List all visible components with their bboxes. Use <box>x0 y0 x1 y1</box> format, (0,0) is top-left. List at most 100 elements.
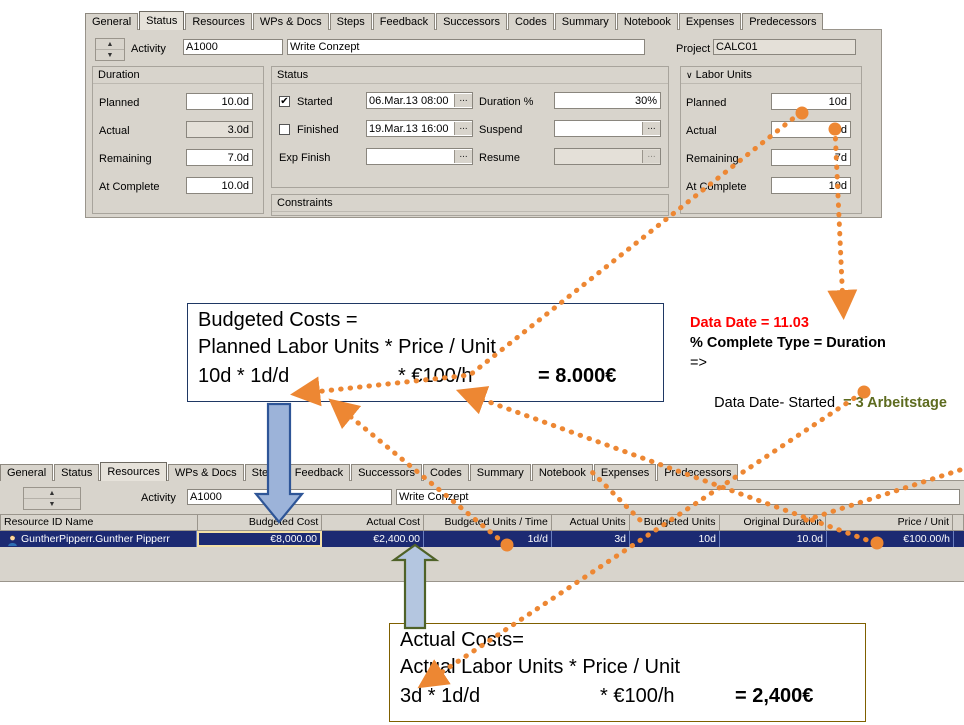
activity-name-value: Write Conzept <box>290 41 360 53</box>
cell-budgeted-units-time[interactable]: 1d/d <box>424 531 552 547</box>
finished-checkbox[interactable] <box>279 124 290 135</box>
bottom-tab-codes[interactable]: Codes <box>422 464 469 481</box>
tab-notebook[interactable]: Notebook <box>616 13 678 30</box>
col-actual-units[interactable]: Actual Units <box>552 515 630 530</box>
duration-actual-field[interactable]: 3.0d <box>186 121 253 138</box>
activity-spinner[interactable]: ▲ ▼ <box>95 38 125 61</box>
bottom-tab-steps[interactable]: Steps <box>244 464 287 481</box>
bottom-spinner-up-icon[interactable]: ▲ <box>24 488 80 499</box>
col-resource-id-name[interactable]: Resource ID Name <box>1 515 198 530</box>
tab-codes[interactable]: Codes <box>507 13 554 30</box>
started-date-field[interactable]: 06.Mar.13 08:00 ... <box>366 92 473 109</box>
bottom-tab-general[interactable]: General <box>0 464 54 481</box>
labor-remaining-field[interactable]: 7d <box>771 149 851 166</box>
data-date-note-line4-b: = 3 Arbeitstage <box>843 395 947 411</box>
spinner-down-icon[interactable]: ▼ <box>96 50 124 60</box>
budgeted-callout-line3a: 10d * 1d/d <box>198 365 290 387</box>
budgeted-callout-line3c: = 8.000€ <box>538 365 617 387</box>
cell-budgeted-cost[interactable]: €8,000.00 <box>197 531 322 547</box>
duration-at-complete-label: At Complete <box>99 181 160 193</box>
activity-name-field[interactable]: Write Conzept <box>287 39 645 55</box>
tab-successors[interactable]: Successors <box>436 13 507 30</box>
labor-actual-field[interactable]: 3d <box>771 121 851 138</box>
cell-resource-id-name[interactable]: GuntherPipperr.Gunther Pipperr <box>0 531 197 547</box>
started-date-value: 06.Mar.13 08:00 <box>369 94 449 107</box>
labor-actual-value: 3d <box>834 123 847 136</box>
cell-original-duration[interactable]: 10.0d <box>720 531 827 547</box>
tab-status[interactable]: Status <box>139 11 185 30</box>
col-budgeted-cost[interactable]: Budgeted Cost <box>198 515 323 530</box>
duration-pct-label: Duration % <box>479 96 534 108</box>
bottom-activity-id-field[interactable]: A1000 <box>187 489 392 505</box>
tab-feedback[interactable]: Feedback <box>372 13 436 30</box>
actual-callout-line3a: 3d * 1d/d <box>400 685 481 707</box>
started-date-browse-button[interactable]: ... <box>454 94 472 107</box>
bottom-tab-feedback[interactable]: Feedback <box>287 464 351 481</box>
cell-actual-cost[interactable]: €2,400.00 <box>322 531 424 547</box>
constraints-group: Constraints <box>271 194 669 216</box>
bottom-tab-successors[interactable]: Successors <box>351 464 422 481</box>
tab-summary[interactable]: Summary <box>554 13 616 30</box>
col-original-duration[interactable]: Original Duration <box>720 515 827 530</box>
labor-planned-field[interactable]: 10d <box>771 93 851 110</box>
cell-actual-units[interactable]: 3d <box>552 531 630 547</box>
suspend-browse-button[interactable]: ... <box>642 122 660 135</box>
tab-predecessors[interactable]: Predecessors <box>742 13 824 30</box>
budgeted-costs-callout: Budgeted Costs = Planned Labor Units * P… <box>187 303 664 402</box>
bottom-activity-label: Activity <box>141 492 176 504</box>
duration-pct-field[interactable]: 30% <box>554 92 661 109</box>
status-group-title: Status <box>272 67 668 84</box>
exp-finish-browse-button[interactable]: ... <box>454 150 472 163</box>
actual-callout-line1: Actual Costs= <box>400 629 524 651</box>
resume-label: Resume <box>479 152 520 164</box>
bottom-tab-summary[interactable]: Summary <box>469 464 531 481</box>
activity-id-value: A1000 <box>186 41 218 53</box>
tab-steps[interactable]: Steps <box>329 13 372 30</box>
spinner-up-icon[interactable]: ▲ <box>96 39 124 50</box>
tab-expenses[interactable]: Expenses <box>678 13 742 30</box>
col-actual-cost[interactable]: Actual Cost <box>322 515 425 530</box>
duration-actual-label: Actual <box>99 125 130 137</box>
table-row[interactable]: GuntherPipperr.Gunther Pipperr €8,000.00… <box>0 531 964 547</box>
tab-wps-docs[interactable]: WPs & Docs <box>252 13 329 30</box>
started-checkbox[interactable]: ✔ <box>279 96 290 107</box>
data-date-note-line4: Data Date- Started = 3 Arbeitstage <box>690 373 964 433</box>
bottom-tab-expenses[interactable]: Expenses <box>593 464 657 481</box>
bottom-spinner-down-icon[interactable]: ▼ <box>24 499 80 509</box>
cell-budgeted-units[interactable]: 10d <box>630 531 720 547</box>
bottom-tab-predecessors[interactable]: Predecessors <box>657 464 739 481</box>
tab-resources[interactable]: Resources <box>185 13 252 30</box>
actual-callout-line3b: * €100/h <box>600 685 675 707</box>
bottom-activity-spinner[interactable]: ▲ ▼ <box>23 487 81 510</box>
finished-date-field[interactable]: 19.Mar.13 16:00 ... <box>366 120 473 137</box>
duration-planned-field[interactable]: 10.0d <box>186 93 253 110</box>
tab-general[interactable]: General <box>85 13 139 30</box>
col-budgeted-units-time[interactable]: Budgeted Units / Time <box>424 515 552 530</box>
labor-at-complete-field[interactable]: 10d <box>771 177 851 194</box>
actual-costs-callout: Actual Costs= Actual Labor Units * Price… <box>389 623 866 722</box>
activity-id-field[interactable]: A1000 <box>183 39 283 55</box>
finished-date-browse-button[interactable]: ... <box>454 122 472 135</box>
labor-units-collapse-icon[interactable]: ∨ <box>686 70 693 80</box>
data-date-note-line2: % Complete Type = Duration <box>690 335 886 351</box>
cell-price-unit[interactable]: €100.00/h <box>827 531 954 547</box>
col-budgeted-units[interactable]: Budgeted Units <box>630 515 720 530</box>
project-field[interactable]: CALC01 <box>713 39 856 55</box>
resume-field[interactable]: ... <box>554 148 661 165</box>
duration-remaining-field[interactable]: 7.0d <box>186 149 253 166</box>
bottom-tab-resources[interactable]: Resources <box>100 462 167 481</box>
duration-planned-label: Planned <box>99 97 140 109</box>
suspend-field[interactable]: ... <box>554 120 661 137</box>
bottom-tab-wps-docs[interactable]: WPs & Docs <box>167 464 244 481</box>
data-date-note-line1: Data Date = 11.03 <box>690 315 809 331</box>
col-price-unit[interactable]: Price / Unit <box>826 515 954 530</box>
bottom-activity-name-value: Write Conzept <box>399 491 469 503</box>
resume-browse-button[interactable]: ... <box>642 150 660 163</box>
bottom-activity-name-field[interactable]: Write Conzept <box>396 489 960 505</box>
resource-avatar-icon <box>7 534 18 546</box>
exp-finish-field[interactable]: ... <box>366 148 473 165</box>
bottom-tab-status[interactable]: Status <box>54 464 100 481</box>
duration-at-complete-field[interactable]: 10.0d <box>186 177 253 194</box>
bottom-tab-notebook[interactable]: Notebook <box>531 464 593 481</box>
labor-units-title-text: Labor Units <box>695 69 752 81</box>
